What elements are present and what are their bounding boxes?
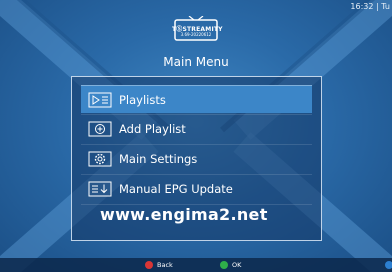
app-logo: TⓈSTREAMITY 3.69-20220612 — [172, 16, 223, 43]
red-button-icon — [145, 261, 153, 269]
menu-item-label: Playlists — [119, 92, 166, 107]
menu-item-main-settings[interactable]: Main Settings — [81, 145, 312, 173]
gear-icon — [81, 151, 119, 167]
page-title: Main Menu — [163, 55, 229, 69]
add-icon — [81, 121, 119, 137]
menu-item-label: Add Playlist — [119, 122, 186, 136]
menu-item-manual-epg-update[interactable]: Manual EPG Update — [81, 175, 312, 203]
menu-item-label: Manual EPG Update — [119, 182, 233, 196]
ok-button[interactable]: OK — [220, 261, 241, 269]
clock: 16:32 | Tu — [350, 2, 390, 11]
logo-version: 3.69-20220612 — [180, 32, 212, 37]
blue-button-icon — [385, 261, 392, 269]
menu-item-add-playlist[interactable]: Add Playlist — [81, 115, 312, 143]
footer-bar: Back OK — [0, 258, 392, 272]
green-button-icon — [220, 261, 228, 269]
blue-button[interactable] — [385, 261, 392, 269]
playlist-icon — [81, 92, 119, 108]
download-icon — [81, 181, 119, 197]
menu-item-playlists[interactable]: Playlists — [81, 85, 312, 113]
watermark-text: www.engima2.net — [100, 205, 268, 224]
back-label: Back — [157, 261, 173, 269]
ok-label: OK — [232, 261, 242, 269]
menu-item-label: Main Settings — [119, 152, 198, 166]
back-button[interactable]: Back — [145, 261, 173, 269]
